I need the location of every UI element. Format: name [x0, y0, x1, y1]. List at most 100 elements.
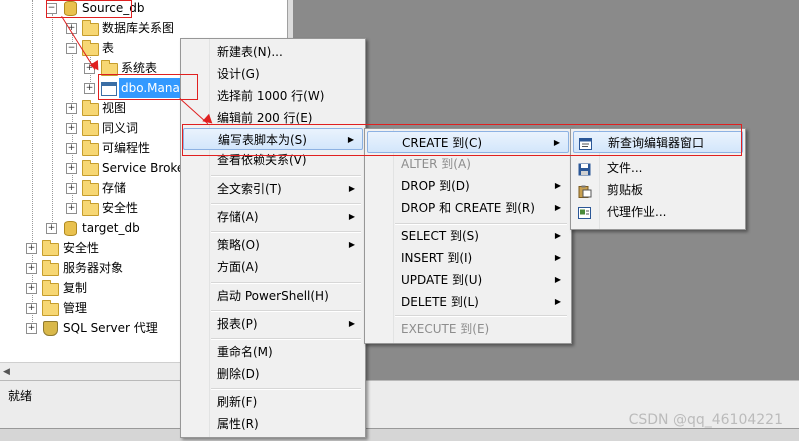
folder-icon	[42, 240, 59, 256]
menu-item-label: 新建表(N)...	[217, 45, 283, 59]
menu-item-delete[interactable]: 删除(D)	[183, 363, 363, 385]
menu-item-label: 存储(A)	[217, 210, 259, 224]
submenu-arrow-icon: ▶	[554, 253, 561, 262]
menu-item-label: 属性(R)	[217, 417, 259, 431]
expand-expander[interactable]: +	[66, 143, 77, 154]
tree-node-label: 服务器对象	[63, 261, 124, 275]
tree-node-label: 安全性	[63, 241, 100, 255]
submenu-arrow-icon: ▶	[348, 240, 355, 249]
menu-item-drop-create-to[interactable]: DROP 和 CREATE 到(R) ▶	[367, 197, 569, 219]
expand-expander[interactable]: +	[26, 303, 37, 314]
save-icon	[578, 161, 592, 176]
menu-item-label: INSERT 到(I)	[401, 251, 473, 265]
menu-separator	[395, 315, 567, 317]
submenu-arrow-icon: ▶	[554, 297, 561, 306]
expand-expander[interactable]: +	[66, 203, 77, 214]
folder-icon	[82, 120, 99, 136]
menu-item-fulltext-index[interactable]: 全文索引(T) ▶	[183, 178, 363, 200]
menu-item-label: 设计(G)	[217, 67, 260, 81]
menu-item-storage[interactable]: 存储(A) ▶	[183, 206, 363, 228]
expand-expander[interactable]: +	[66, 183, 77, 194]
tree-node-label: SQL Server 代理	[63, 321, 158, 335]
taskbar-strip	[0, 428, 799, 441]
menu-item-label: EXECUTE 到(E)	[401, 322, 490, 336]
tree-node-label: 可编程性	[102, 141, 151, 155]
expand-expander[interactable]: +	[66, 163, 77, 174]
menu-item-insert-to[interactable]: INSERT 到(I) ▶	[367, 247, 569, 269]
menu-item-label: 重命名(M)	[217, 345, 273, 359]
menu-item-file[interactable]: 文件...	[573, 157, 743, 179]
expand-expander[interactable]: +	[26, 283, 37, 294]
tree-node-label: 视图	[102, 101, 127, 115]
submenu-arrow-icon: ▶	[554, 181, 561, 190]
submenu-arrow-icon: ▶	[348, 212, 355, 221]
menu-item-label: SELECT 到(S)	[401, 229, 479, 243]
submenu-arrow-icon: ▶	[554, 231, 561, 240]
menu-item-rename[interactable]: 重命名(M)	[183, 341, 363, 363]
tree-node-label: 管理	[63, 301, 88, 315]
menu-item-label: 报表(P)	[217, 317, 258, 331]
scroll-left-arrow-icon[interactable]: ◀	[3, 367, 10, 377]
folder-icon	[82, 20, 99, 36]
expand-expander[interactable]: +	[26, 243, 37, 254]
collapse-expander[interactable]: −	[66, 43, 77, 54]
folder-icon	[82, 180, 99, 196]
expand-expander[interactable]: +	[66, 103, 77, 114]
tree-node-label: 数据库关系图	[102, 21, 175, 35]
tree-node-label: 表	[102, 41, 115, 55]
tree-node-label: 安全性	[102, 201, 139, 215]
menu-item-agent-job[interactable]: 代理作业...	[573, 201, 743, 223]
clipboard-icon	[578, 183, 592, 198]
expand-expander[interactable]: +	[46, 223, 57, 234]
folder-icon	[82, 200, 99, 216]
menu-item-reports[interactable]: 报表(P) ▶	[183, 313, 363, 335]
menu-item-select-top[interactable]: 选择前 1000 行(W)	[183, 85, 363, 107]
folder-icon	[42, 260, 59, 276]
menu-separator	[211, 338, 361, 340]
menu-item-label: UPDATE 到(U)	[401, 273, 483, 287]
menu-item-update-to[interactable]: UPDATE 到(U) ▶	[367, 269, 569, 291]
table-context-menu[interactable]: 新建表(N)... 设计(G) 选择前 1000 行(W) 编辑前 200 行(…	[180, 38, 366, 438]
menu-item-clipboard[interactable]: 剪贴板	[573, 179, 743, 201]
expand-expander[interactable]: +	[66, 123, 77, 134]
menu-item-label: 选择前 1000 行(W)	[217, 89, 325, 103]
menu-item-new-table[interactable]: 新建表(N)...	[183, 41, 363, 63]
menu-item-label: 全文索引(T)	[217, 182, 282, 196]
menu-item-policies[interactable]: 策略(O) ▶	[183, 234, 363, 256]
menu-separator	[211, 388, 361, 390]
menu-item-label: 剪贴板	[607, 183, 644, 197]
database-icon	[64, 221, 77, 236]
menu-separator	[211, 282, 361, 284]
menu-separator	[211, 310, 361, 312]
submenu-arrow-icon: ▶	[348, 319, 355, 328]
agent-icon	[43, 321, 58, 336]
menu-item-design[interactable]: 设计(G)	[183, 63, 363, 85]
menu-item-refresh[interactable]: 刷新(F)	[183, 391, 363, 413]
menu-item-properties[interactable]: 属性(R)	[183, 413, 363, 435]
menu-item-select-to[interactable]: SELECT 到(S) ▶	[367, 225, 569, 247]
menu-item-label: DELETE 到(L)	[401, 295, 479, 309]
menu-item-start-powershell[interactable]: 启动 PowerShell(H)	[183, 285, 363, 307]
expand-expander[interactable]: +	[26, 263, 37, 274]
tree-node-label: 存储	[102, 181, 127, 195]
menu-item-facets[interactable]: 方面(A)	[183, 256, 363, 278]
menu-item-label: 启动 PowerShell(H)	[217, 289, 329, 303]
annotation-box-table	[98, 74, 198, 100]
menu-item-delete-to[interactable]: DELETE 到(L) ▶	[367, 291, 569, 313]
tree-node-label: 复制	[63, 281, 88, 295]
submenu-arrow-icon: ▶	[554, 275, 561, 284]
menu-item-label: 方面(A)	[217, 260, 259, 274]
annotation-box-source-db	[46, 0, 132, 18]
expand-expander[interactable]: +	[26, 323, 37, 334]
status-text: 就绪	[8, 389, 33, 403]
menu-separator	[211, 231, 361, 233]
tree-node-label: target_db	[82, 221, 140, 235]
submenu-arrow-icon: ▶	[554, 203, 561, 212]
annotation-box-menu-path	[182, 124, 742, 156]
tree-node-label: 同义词	[102, 121, 139, 135]
menu-item-label: DROP 和 CREATE 到(R)	[401, 201, 535, 215]
menu-item-label: 策略(O)	[217, 238, 260, 252]
menu-item-drop-to[interactable]: DROP 到(D) ▶	[367, 175, 569, 197]
expand-expander[interactable]: +	[84, 83, 95, 94]
script-table-as-submenu[interactable]: CREATE 到(C) ▶ ALTER 到(A) DROP 到(D) ▶ DROP …	[364, 128, 572, 344]
